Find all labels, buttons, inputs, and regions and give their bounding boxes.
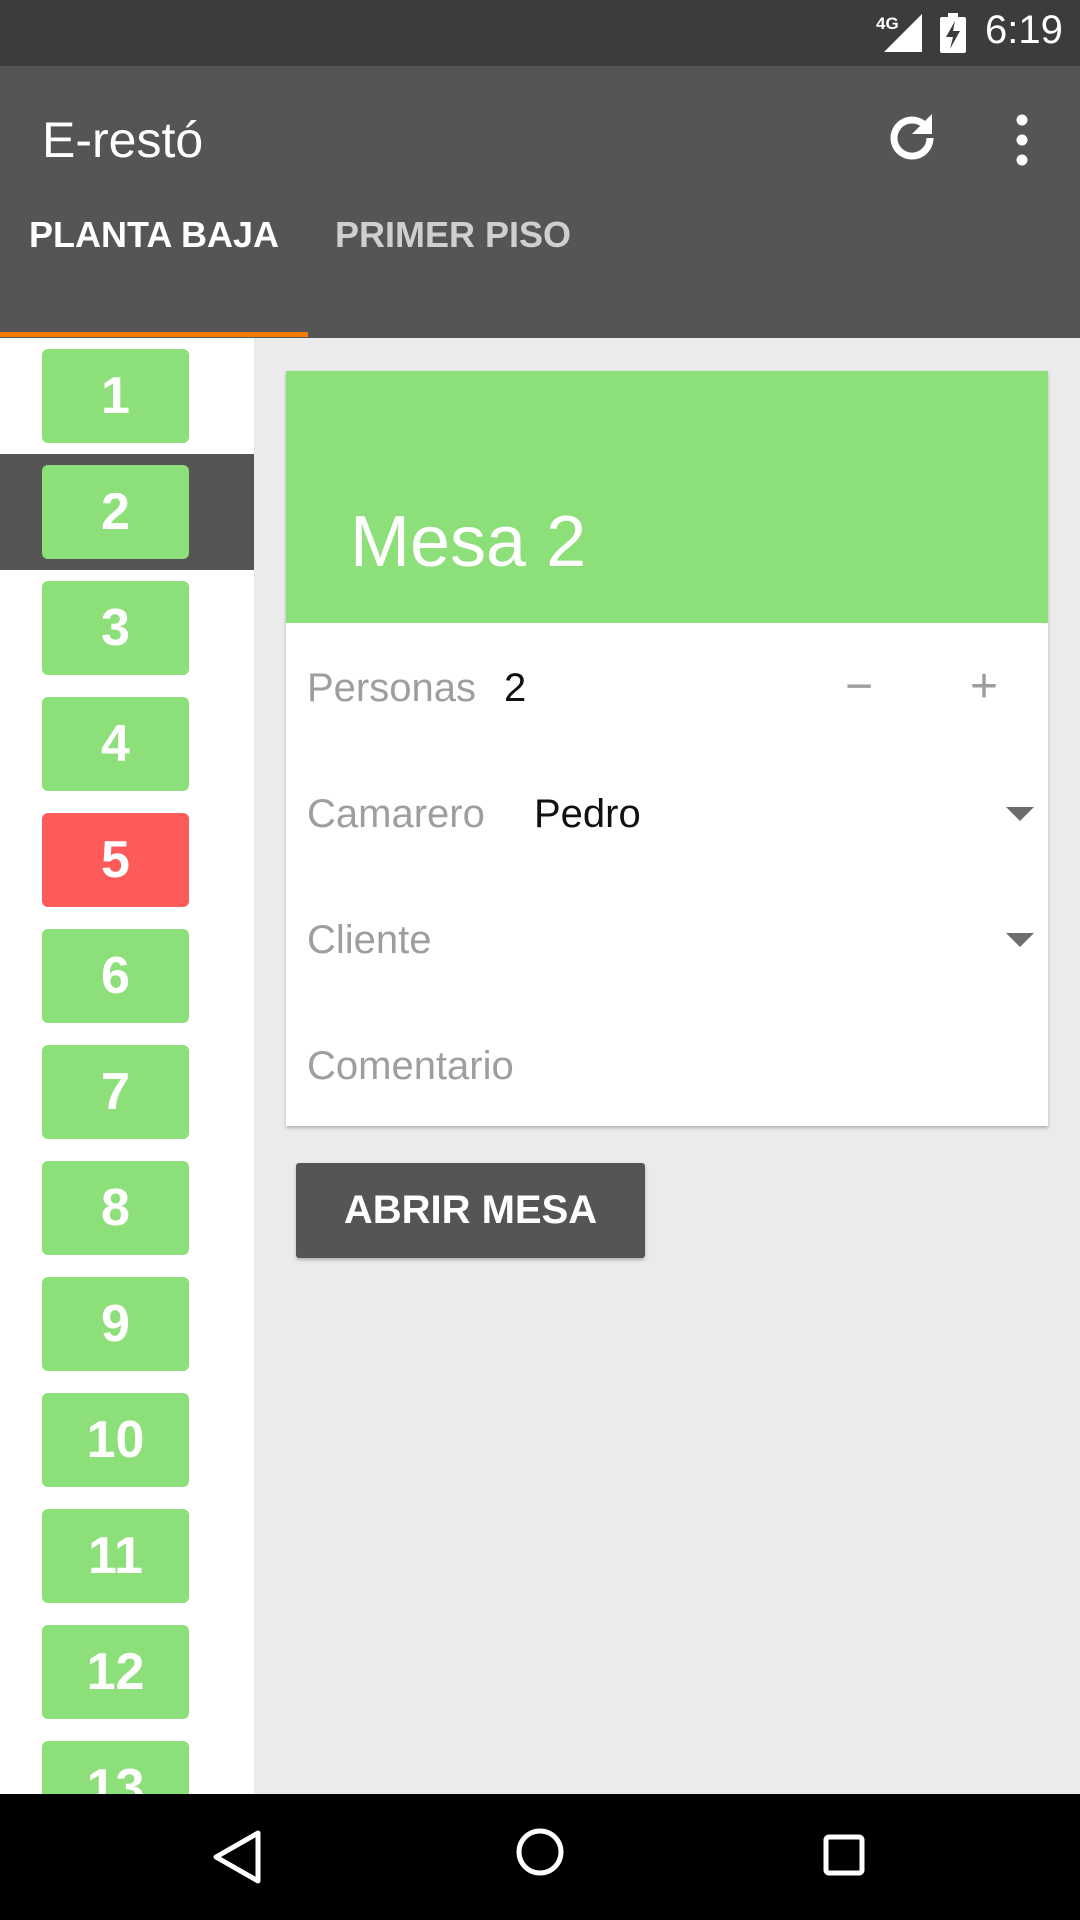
more-vert-icon[interactable] (1000, 110, 1044, 170)
table-item-8[interactable]: 8 (0, 1150, 254, 1266)
table-button[interactable]: 3 (42, 581, 189, 675)
table-button[interactable]: 5 (42, 813, 189, 907)
signal-icon (884, 14, 922, 52)
abrir-mesa-button[interactable]: ABRIR MESA (296, 1163, 645, 1258)
battery-charging-icon (940, 13, 966, 53)
table-button[interactable]: 1 (42, 349, 189, 443)
card-header: Mesa 2 (286, 371, 1048, 623)
table-detail-card: Mesa 2 Personas 2 − + Camarero Pedro Cli… (286, 371, 1048, 1126)
table-item-2[interactable]: 2 (0, 454, 254, 570)
home-icon[interactable] (514, 1826, 566, 1878)
personas-label: Personas (307, 666, 476, 710)
tab-indicator (0, 332, 308, 337)
cliente-dropdown-icon[interactable] (1006, 933, 1034, 947)
table-button[interactable]: 9 (42, 1277, 189, 1371)
table-button[interactable]: 13 (42, 1741, 189, 1794)
app-bar: E-restó PLANTA BAJA PRIMER PISO (0, 66, 1080, 338)
tab-planta-baja[interactable]: PLANTA BAJA (0, 190, 308, 280)
comentario-field[interactable]: Comentario (307, 1044, 514, 1089)
refresh-icon[interactable] (880, 106, 944, 170)
clock: 6:19 (985, 8, 1063, 52)
personas-increment-button[interactable]: + (954, 659, 1014, 714)
table-title: Mesa 2 (350, 502, 587, 582)
table-item-7[interactable]: 7 (0, 1034, 254, 1150)
table-button[interactable]: 10 (42, 1393, 189, 1487)
navigation-bar (0, 1794, 1080, 1920)
status-bar: 4G 6:19 (0, 0, 1080, 66)
table-item-11[interactable]: 11 (0, 1498, 254, 1614)
table-item-9[interactable]: 9 (0, 1266, 254, 1382)
table-item-6[interactable]: 6 (0, 918, 254, 1034)
table-button[interactable]: 2 (42, 465, 189, 559)
app-title: E-restó (42, 112, 204, 168)
table-button[interactable]: 8 (42, 1161, 189, 1255)
table-item-4[interactable]: 4 (0, 686, 254, 802)
camarero-select[interactable]: Pedro (534, 792, 641, 837)
table-item-3[interactable]: 3 (0, 570, 254, 686)
tables-list[interactable]: 1 2 3 4 5 6 7 8 9 10 11 12 13 (0, 338, 254, 1794)
cliente-label: Cliente (307, 918, 432, 962)
tab-primer-piso[interactable]: PRIMER PISO (308, 190, 598, 280)
recents-icon[interactable] (823, 1834, 865, 1876)
back-icon[interactable] (212, 1830, 262, 1884)
table-button[interactable]: 12 (42, 1625, 189, 1719)
personas-value: 2 (504, 666, 527, 710)
table-item-13[interactable]: 13 (0, 1730, 254, 1794)
camarero-dropdown-icon[interactable] (1006, 807, 1034, 821)
table-item-1[interactable]: 1 (0, 338, 254, 454)
table-button[interactable]: 6 (42, 929, 189, 1023)
table-item-12[interactable]: 12 (0, 1614, 254, 1730)
personas-decrement-button[interactable]: − (829, 659, 889, 714)
table-button[interactable]: 7 (42, 1045, 189, 1139)
table-button[interactable]: 4 (42, 697, 189, 791)
table-item-5[interactable]: 5 (0, 802, 254, 918)
table-item-10[interactable]: 10 (0, 1382, 254, 1498)
camarero-label: Camarero (307, 792, 485, 836)
table-button[interactable]: 11 (42, 1509, 189, 1603)
